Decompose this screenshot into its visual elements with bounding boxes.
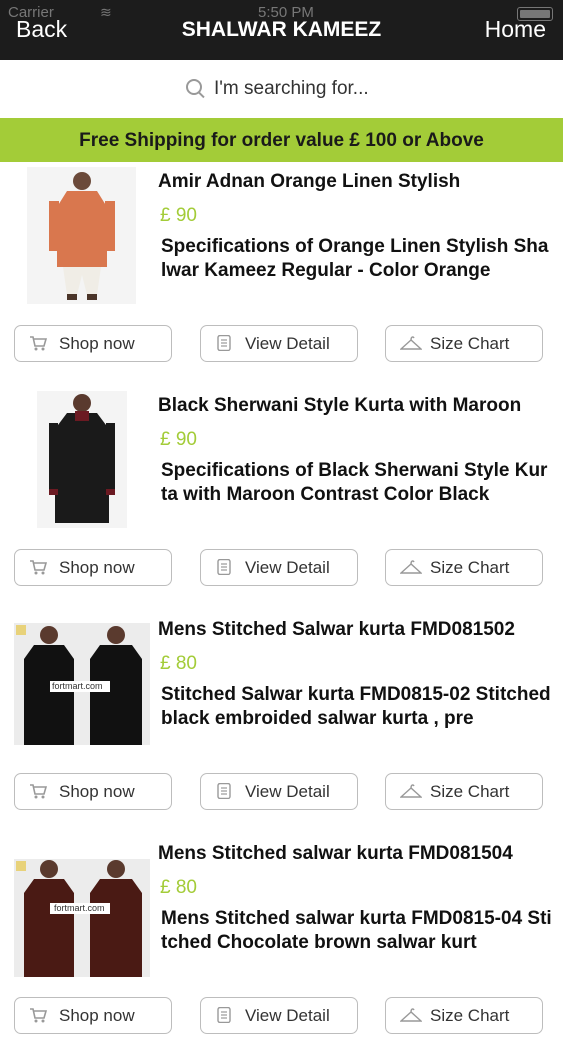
product-price: £ 90	[160, 429, 197, 450]
product-image[interactable]: fortmart.com	[14, 623, 150, 745]
product-title[interactable]: Mens Stitched Salwar kurta FMD081502	[158, 619, 558, 641]
view-detail-button[interactable]: View Detail	[200, 997, 358, 1034]
wifi-icon: ≋	[100, 4, 112, 20]
shop-now-label: Shop now	[59, 558, 135, 577]
shipping-banner: Free Shipping for order value £ 100 or A…	[0, 118, 563, 162]
product-image[interactable]	[27, 167, 136, 304]
view-detail-label: View Detail	[245, 1006, 330, 1025]
size-chart-label: Size Chart	[430, 334, 510, 353]
product-title[interactable]: Amir Adnan Orange Linen Stylish	[158, 171, 558, 193]
product-description: Mens Stitched salwar kurta FMD0815-04 St…	[161, 908, 552, 953]
product-description: Specifications of Black Sherwani Style K…	[161, 460, 548, 505]
view-detail-button[interactable]: View Detail	[200, 325, 358, 362]
page-title: SHALWAR KAMEEZ	[181, 18, 382, 41]
view-detail-label: View Detail	[245, 782, 330, 801]
cart-icon	[30, 1008, 47, 1023]
cart-icon	[30, 336, 47, 351]
hanger-icon	[400, 784, 422, 798]
shop-now-button[interactable]: Shop now	[14, 325, 172, 362]
nav-bar: Carrier ≋ 5:50 PM Back SHALWAR KAMEEZ Ho…	[0, 0, 563, 60]
shop-now-button[interactable]: Shop now	[14, 997, 172, 1034]
search-input[interactable]: I'm searching for...	[186, 78, 369, 100]
size-chart-button[interactable]: Size Chart	[385, 997, 543, 1034]
cart-icon	[30, 784, 47, 799]
product-price: £ 80	[160, 653, 197, 674]
product-description: Specifications of Orange Linen Stylish S…	[161, 236, 549, 281]
size-chart-button[interactable]: Size Chart	[385, 773, 543, 810]
document-icon	[217, 1007, 231, 1023]
search-bar[interactable]: I'm searching for...	[0, 60, 563, 118]
status-bar: Carrier ≋ 5:50 PM	[8, 4, 555, 21]
shop-now-label: Shop now	[59, 334, 135, 353]
product-item: fortmart.com Mens Stitched salwar kurta …	[0, 839, 563, 1063]
product-price: £ 80	[160, 877, 197, 898]
document-icon	[217, 783, 231, 799]
view-detail-button[interactable]: View Detail	[200, 549, 358, 586]
watermark-label: fortmart.com	[52, 681, 103, 691]
document-icon	[217, 335, 231, 351]
cart-icon	[30, 560, 47, 575]
home-button[interactable]: Home	[485, 16, 546, 43]
product-title[interactable]: Black Sherwani Style Kurta with Maroon	[158, 395, 558, 417]
search-placeholder: I'm searching for...	[214, 78, 369, 99]
product-price: £ 90	[160, 205, 197, 226]
shop-now-label: Shop now	[59, 1006, 135, 1025]
size-chart-button[interactable]: Size Chart	[385, 549, 543, 586]
search-icon	[186, 79, 202, 95]
product-item: fortmart.com Mens Stitched Salwar kurta …	[0, 615, 563, 839]
product-item: Amir Adnan Orange Linen Stylish £ 90 Spe…	[0, 167, 563, 391]
document-icon	[217, 559, 231, 575]
product-description: Stitched Salwar kurta FMD0815-02 Stitche…	[161, 684, 551, 729]
product-title[interactable]: Mens Stitched salwar kurta FMD081504	[158, 843, 558, 865]
view-detail-label: View Detail	[245, 558, 330, 577]
view-detail-button[interactable]: View Detail	[200, 773, 358, 810]
hanger-icon	[400, 1008, 422, 1022]
size-chart-button[interactable]: Size Chart	[385, 325, 543, 362]
back-button[interactable]: Back	[16, 16, 67, 43]
shop-now-button[interactable]: Shop now	[14, 773, 172, 810]
shop-now-button[interactable]: Shop now	[14, 549, 172, 586]
product-item: Black Sherwani Style Kurta with Maroon £…	[0, 391, 563, 615]
shop-now-label: Shop now	[59, 782, 135, 801]
size-chart-label: Size Chart	[430, 782, 510, 801]
hanger-icon	[400, 336, 422, 350]
product-image[interactable]: fortmart.com	[14, 859, 150, 977]
view-detail-label: View Detail	[245, 334, 330, 353]
hanger-icon	[400, 560, 422, 574]
product-image[interactable]	[37, 391, 127, 528]
time-label: 5:50 PM	[258, 4, 314, 21]
watermark-label: fortmart.com	[54, 903, 105, 913]
size-chart-label: Size Chart	[430, 1006, 510, 1025]
size-chart-label: Size Chart	[430, 558, 510, 577]
